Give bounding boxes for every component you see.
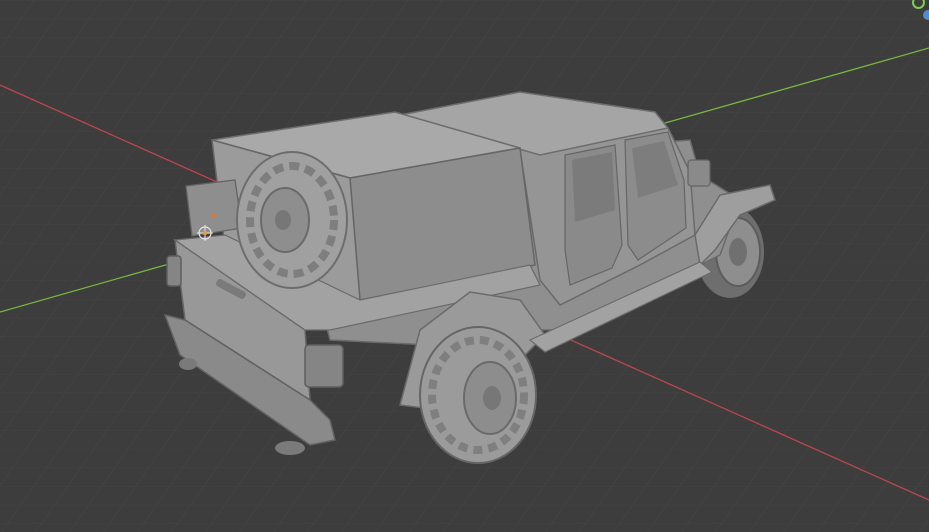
- tail-light-left: [166, 255, 182, 287]
- tow-hook: [179, 358, 197, 370]
- spare-tire: [236, 151, 348, 289]
- 3d-viewport[interactable]: [0, 0, 929, 532]
- spare-tire-mount: [185, 179, 243, 237]
- gizmo-z-icon[interactable]: [923, 10, 929, 20]
- light-empty-icon[interactable]: [210, 213, 216, 219]
- side-mirror: [687, 159, 711, 187]
- viewport-canvas[interactable]: [0, 0, 929, 532]
- exhaust-pipe: [275, 441, 305, 455]
- rear-window: [572, 152, 615, 222]
- tail-light-right: [304, 344, 344, 388]
